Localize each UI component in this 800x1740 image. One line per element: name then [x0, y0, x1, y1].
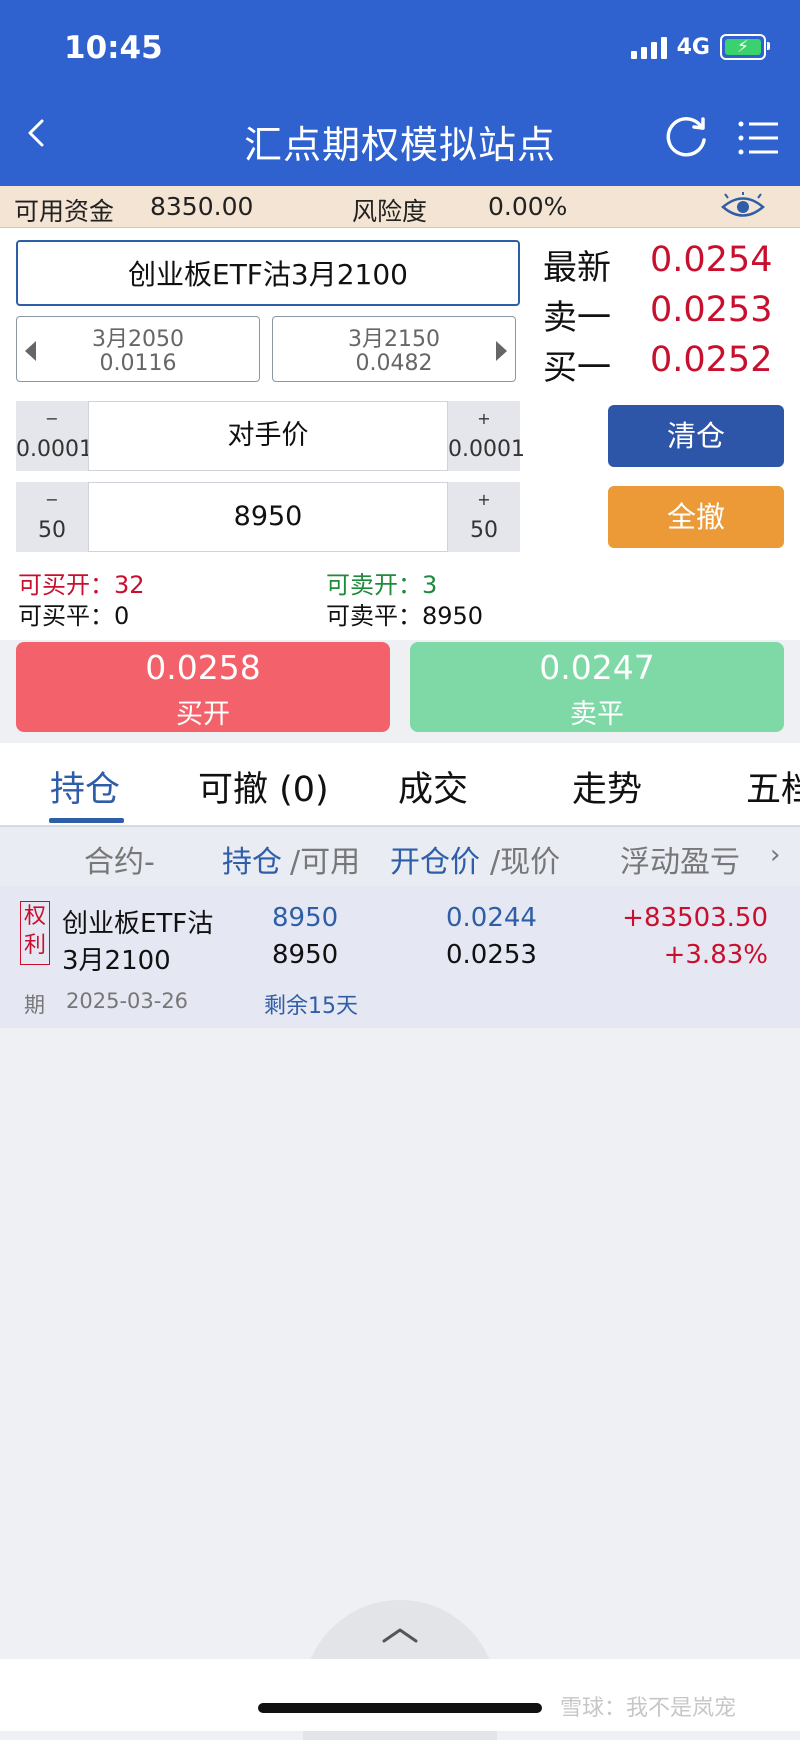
battery-icon: ⚡ — [720, 34, 770, 60]
buy-label: 买开 — [176, 699, 230, 730]
qty-step-label: 50 — [470, 518, 498, 543]
home-indicator[interactable] — [258, 1703, 542, 1713]
tab-trend[interactable]: 走势 — [572, 761, 642, 812]
buy-close-label: 可买平： — [18, 602, 114, 630]
expiry-label: 期 — [24, 993, 45, 1017]
app-header: 10:45 4G ⚡ 汇点期权模拟站点 — [0, 0, 800, 186]
quote-bid-label: 买一 — [543, 348, 611, 388]
buy-open-label: 可买开： — [18, 571, 114, 599]
chevron-up-icon[interactable] — [380, 1625, 420, 1645]
position-open-price: 0.0244 — [446, 903, 537, 933]
signal-icon — [630, 35, 667, 59]
next-contract-button[interactable]: 3月2150 0.0482 — [272, 316, 516, 382]
sell-open-label: 可卖开： — [326, 571, 422, 599]
funds-label: 可用资金 — [14, 197, 115, 226]
col-available: /可用 — [290, 845, 361, 880]
clear-position-button[interactable]: 清仓 — [608, 405, 784, 467]
price-step-label: 0.0001 — [448, 437, 525, 462]
sell-close-label: 可卖平： — [326, 602, 422, 630]
buy-open-value: 32 — [114, 571, 145, 599]
price-decrement-button[interactable]: − 0.0001 — [16, 401, 93, 471]
chevron-right-icon[interactable]: › — [770, 840, 780, 870]
risk-value: 0.00% — [488, 192, 568, 221]
tab-trades[interactable]: 成交 — [398, 761, 468, 812]
position-table-header: 合约- 持仓 /可用 开仓价 /现价 浮动盈亏 › — [0, 826, 800, 888]
price-increment-button[interactable]: + 0.0001 — [448, 401, 525, 471]
funds-value: 8350.00 — [150, 192, 254, 221]
position-current-price: 0.0253 — [446, 940, 537, 970]
buy-open-button[interactable]: 0.0258 买开 — [16, 642, 390, 732]
prev-contract-button[interactable]: 3月2050 0.0116 — [16, 316, 260, 382]
watermark: 雪球：我不是岚宠 — [560, 1696, 737, 1721]
next-contract-price: 0.0482 — [355, 351, 433, 376]
col-position[interactable]: 持仓 — [222, 837, 282, 881]
quantity-input[interactable]: 8950 — [88, 482, 448, 552]
refresh-icon[interactable] — [664, 114, 710, 160]
prev-contract-name: 3月2050 — [92, 327, 184, 352]
price-step-label: 0.0001 — [16, 437, 93, 462]
network-type: 4G — [676, 34, 710, 60]
expiry-date: 2025-03-26 — [66, 989, 189, 1013]
tab-bar: 持仓 可撤 (0) 成交 走势 五档 — [0, 743, 800, 826]
contract-selector[interactable]: 创业板ETF沽3月2100 — [16, 240, 520, 306]
quote-bid-value[interactable]: 0.0252 — [650, 340, 772, 380]
buy-price: 0.0258 — [145, 648, 261, 687]
buy-close-available: 可买平：0 — [18, 596, 129, 631]
account-bar: 可用资金 8350.00 风险度 0.00% — [0, 186, 800, 228]
quote-last-value: 0.0254 — [650, 240, 773, 280]
price-input[interactable]: 对手价 — [88, 401, 448, 471]
days-remaining: 剩余15天 — [264, 994, 358, 1019]
menu-icon[interactable] — [738, 120, 780, 156]
position-holding: 8950 — [272, 903, 339, 933]
minus-icon: − — [45, 490, 59, 509]
quote-last-label: 最新 — [543, 248, 611, 288]
qty-decrement-button[interactable]: − 50 — [16, 482, 88, 552]
col-contract[interactable]: 合约- — [84, 837, 155, 881]
tab-depth[interactable]: 五档 — [746, 761, 800, 812]
plus-icon: + — [477, 409, 491, 428]
sell-open-available: 可卖开：3 — [326, 565, 437, 600]
next-contract-name: 3月2150 — [348, 327, 440, 352]
sell-close-value: 8950 — [422, 602, 484, 630]
badge-char-2: 利 — [23, 933, 46, 958]
quote-ask-value[interactable]: 0.0253 — [650, 290, 772, 330]
sell-close-available: 可卖平：8950 — [326, 596, 483, 631]
status-icons: 4G ⚡ — [630, 34, 770, 60]
sell-label: 卖平 — [570, 699, 624, 730]
quote-ask-label: 卖一 — [543, 298, 611, 338]
position-pnl-pct: +3.83% — [663, 940, 768, 970]
plus-icon: + — [477, 490, 491, 509]
position-name-line2: 3月2100 — [62, 946, 171, 976]
active-tab-indicator — [49, 818, 124, 823]
col-pnl[interactable]: 浮动盈亏 — [620, 837, 740, 881]
position-name-line1: 创业板ETF沽 — [62, 909, 214, 939]
badge-char-1: 权 — [23, 904, 46, 929]
position-available: 8950 — [272, 940, 339, 970]
tab-cancellable[interactable]: 可撤 (0) — [198, 761, 329, 812]
eye-icon[interactable] — [720, 192, 766, 222]
position-pnl: +83503.50 — [622, 903, 768, 933]
tab-positions[interactable]: 持仓 — [50, 761, 120, 812]
cancel-all-button[interactable]: 全撤 — [608, 486, 784, 548]
sell-open-value: 3 — [422, 571, 438, 599]
minus-icon: − — [45, 409, 59, 428]
status-time: 10:45 — [64, 30, 163, 66]
qty-increment-button[interactable]: + 50 — [448, 482, 520, 552]
option-type-badge: 权 利 — [20, 901, 50, 965]
col-open-price[interactable]: 开仓价 — [390, 837, 480, 881]
buy-close-value: 0 — [114, 602, 130, 630]
col-current-price: /现价 — [490, 845, 561, 880]
sell-close-button[interactable]: 0.0247 卖平 — [410, 642, 784, 732]
risk-label: 风险度 — [352, 197, 428, 226]
prev-contract-price: 0.0116 — [99, 351, 177, 376]
buy-open-available: 可买开：32 — [18, 565, 145, 600]
qty-step-label: 50 — [38, 518, 66, 543]
sell-price: 0.0247 — [539, 648, 655, 687]
